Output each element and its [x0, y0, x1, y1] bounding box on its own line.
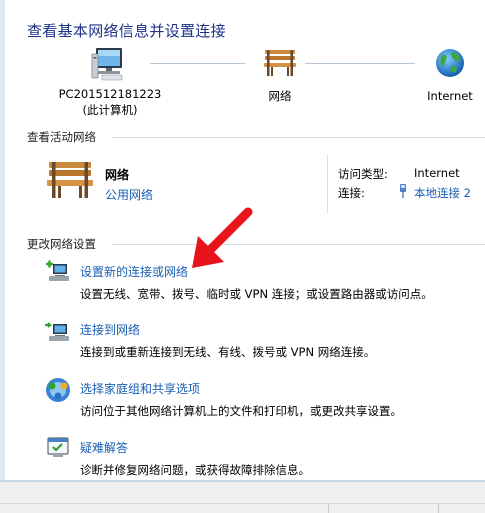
access-type-value: Internet	[414, 166, 460, 180]
homegroup-icon	[46, 378, 70, 402]
globe-icon	[436, 49, 464, 77]
map-connector-1	[150, 63, 245, 64]
map-internet[interactable]: Internet	[415, 46, 485, 103]
new-connection-icon	[46, 260, 69, 281]
bench-icon	[47, 162, 93, 198]
computer-sub: (此计算机)	[82, 103, 138, 117]
map-computer[interactable]: PC201512181223 (此计算机)	[50, 46, 170, 118]
task-homegroup-desc: 访问位于其他网络计算机上的文件和打印机，或更改共享设置。	[80, 404, 402, 418]
task-troubleshoot-desc: 诊断并修复网络问题，或获得故障排除信息。	[80, 463, 310, 477]
vertical-divider	[327, 155, 328, 213]
task-connect-network-desc: 连接到或重新连接到无线、有线、拨号或 VPN 网络连接。	[80, 345, 376, 359]
computer-name: PC201512181223	[58, 87, 162, 101]
troubleshoot-icon	[47, 437, 69, 457]
task-homegroup-link[interactable]: 选择家庭组和共享选项	[80, 380, 200, 397]
connection-link[interactable]: 本地连接 2	[414, 185, 471, 201]
left-panel-edge	[0, 0, 5, 480]
ethernet-icon	[400, 184, 406, 198]
change-settings-header: 更改网络设置	[27, 237, 96, 251]
map-connector-2	[305, 63, 415, 64]
change-settings-divider	[112, 244, 485, 245]
red-arrow-annotation	[192, 207, 253, 268]
task-troubleshoot-link[interactable]: 疑难解答	[80, 439, 128, 456]
status-bar-line	[0, 503, 485, 504]
status-bar-divider	[438, 503, 439, 513]
network-name: 网络	[268, 89, 292, 103]
active-network-name: 网络	[105, 168, 130, 182]
page-title: 查看基本网络信息并设置连接	[27, 22, 226, 40]
task-connect-network-link[interactable]: 连接到网络	[80, 321, 140, 338]
connect-network-icon	[45, 322, 69, 341]
task-new-connection-desc: 设置无线、宽带、拨号、临时或 VPN 连接；或设置路由器或访问点。	[80, 287, 433, 301]
computer-icon	[91, 48, 123, 81]
network-type-link[interactable]: 公用网络	[105, 186, 153, 203]
bench-icon	[264, 50, 296, 76]
access-type-label: 访问类型:	[338, 167, 388, 181]
task-new-connection-link[interactable]: 设置新的连接或网络	[80, 263, 188, 280]
connection-label: 连接:	[338, 186, 365, 200]
map-network[interactable]: 网络	[250, 46, 310, 104]
active-networks-divider	[112, 137, 485, 138]
internet-name: Internet	[427, 89, 473, 103]
status-bar-divider	[328, 503, 329, 513]
active-networks-header: 查看活动网络	[27, 130, 96, 144]
status-bar	[0, 482, 485, 513]
